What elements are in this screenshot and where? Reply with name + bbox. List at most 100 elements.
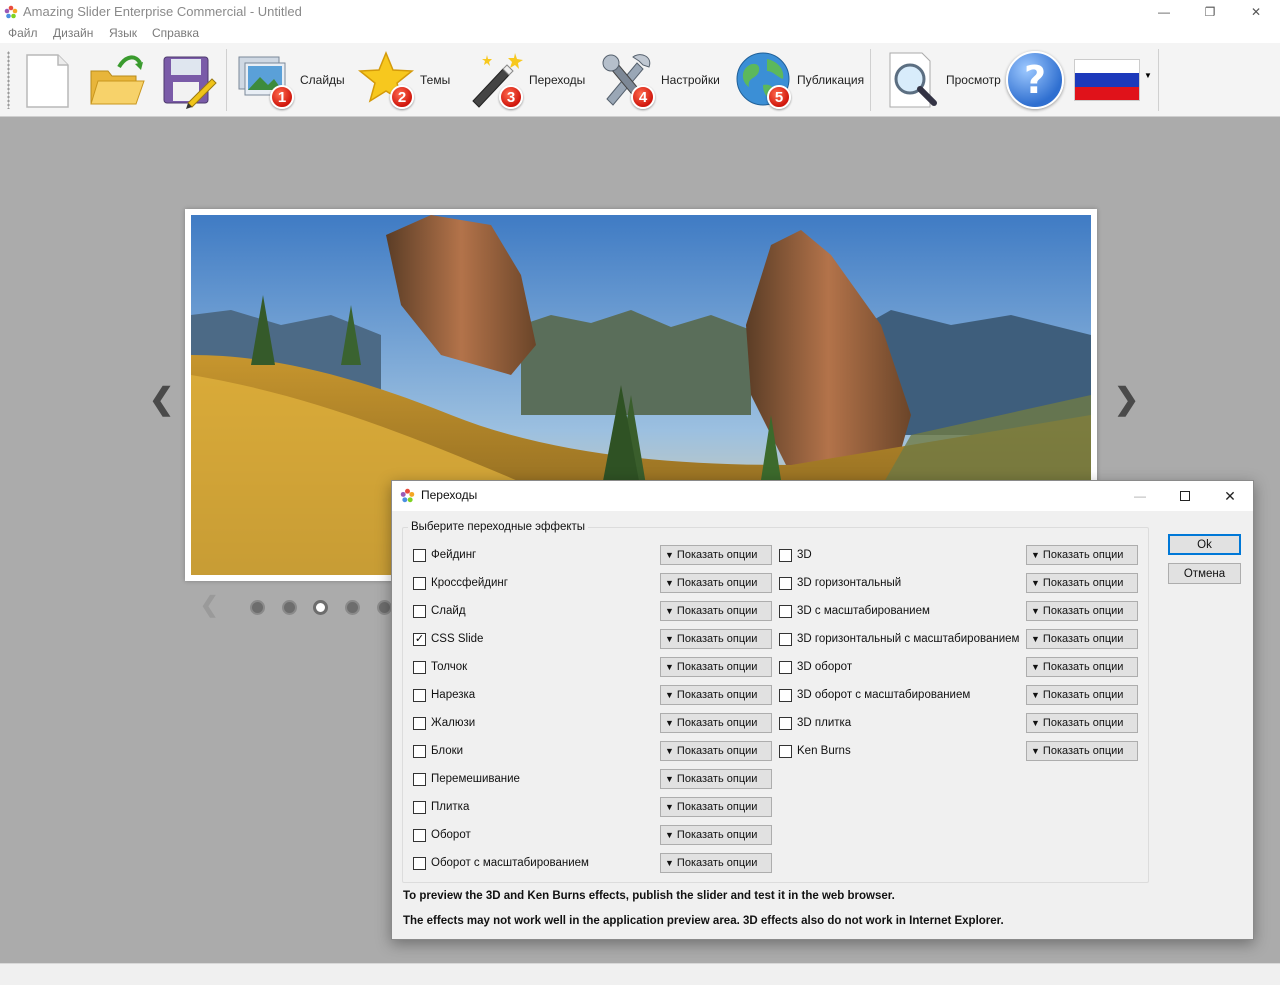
effect-checkbox-row[interactable]: 3D (779, 545, 812, 565)
show-options-button[interactable]: ▼ Показать опции (1026, 601, 1138, 621)
effect-checkbox[interactable]: ✓ (413, 632, 426, 646)
effect-checkbox[interactable] (779, 548, 792, 562)
dropdown-triangle-icon: ▼ (665, 774, 674, 784)
effect-checkbox[interactable] (779, 716, 792, 730)
effect-label: 3D с масштабированием (797, 605, 930, 617)
show-options-button[interactable]: ▼ Показать опции (660, 629, 772, 649)
ok-button[interactable]: Ok (1168, 534, 1241, 555)
show-options-button[interactable]: ▼ Показать опции (660, 797, 772, 817)
language-dropdown[interactable]: ▼ (1074, 48, 1152, 112)
effect-checkbox-row[interactable]: Перемешивание (413, 769, 520, 789)
new-button[interactable] (16, 48, 78, 112)
slider-bullet-5[interactable] (377, 600, 392, 615)
dialog-title-bar[interactable]: Переходы — ✕ (392, 481, 1253, 511)
show-options-button[interactable]: ▼ Показать опции (660, 713, 772, 733)
effect-checkbox[interactable] (413, 548, 426, 562)
open-button[interactable] (86, 48, 148, 112)
save-disk-icon (163, 56, 217, 109)
toolbar-grip[interactable] (7, 51, 10, 109)
slides-button[interactable]: 1 Слайды (236, 48, 345, 112)
menu-help[interactable]: Справка (152, 26, 199, 40)
effect-checkbox-row[interactable]: 3D горизонтальный (779, 573, 901, 593)
slider-prev-arrow[interactable]: ❮ (149, 382, 174, 417)
help-button[interactable]: ? (1006, 48, 1064, 112)
effect-checkbox-row[interactable]: Ken Burns (779, 741, 851, 761)
show-options-button[interactable]: ▼ Показать опции (1026, 685, 1138, 705)
slider-next-arrow[interactable]: ❯ (1114, 382, 1139, 417)
save-button[interactable] (156, 48, 218, 112)
transitions-button[interactable]: 3 Переходы (465, 48, 585, 112)
restore-button[interactable]: ❐ (1187, 0, 1233, 24)
show-options-button[interactable]: ▼ Показать опции (660, 741, 772, 761)
close-button[interactable]: ✕ (1233, 0, 1279, 24)
effect-checkbox[interactable] (413, 688, 426, 702)
effect-checkbox-row[interactable]: Оборот (413, 825, 471, 845)
slider-bullet-4[interactable] (345, 600, 360, 615)
show-options-button[interactable]: ▼ Показать опции (1026, 657, 1138, 677)
effect-checkbox[interactable] (413, 576, 426, 590)
show-options-button[interactable]: ▼ Показать опции (660, 573, 772, 593)
effect-checkbox-row[interactable]: 3D оборот с масштабированием (779, 685, 970, 705)
slider-bullet-3[interactable] (313, 600, 328, 615)
effect-label: Плитка (431, 801, 470, 813)
effect-checkbox-row[interactable]: 3D горизонтальный с масштабированием (779, 629, 1019, 649)
effect-checkbox[interactable] (779, 744, 792, 758)
effect-checkbox[interactable] (413, 604, 426, 618)
effect-checkbox[interactable] (779, 688, 792, 702)
themes-button[interactable]: 2 Темы (356, 48, 450, 112)
show-options-button[interactable]: ▼ Показать опции (1026, 629, 1138, 649)
dialog-close-button[interactable]: ✕ (1207, 481, 1253, 511)
effect-checkbox-row[interactable]: 3D плитка (779, 713, 851, 733)
show-options-button[interactable]: ▼ Показать опции (1026, 545, 1138, 565)
menu-language[interactable]: Язык (109, 26, 137, 40)
effect-checkbox[interactable] (413, 716, 426, 730)
effect-checkbox[interactable] (779, 576, 792, 590)
effect-checkbox-row[interactable]: Жалюзи (413, 713, 475, 733)
effect-checkbox[interactable] (413, 856, 426, 870)
show-options-button[interactable]: ▼ Показать опции (660, 853, 772, 873)
effect-checkbox-row[interactable]: 3D с масштабированием (779, 601, 930, 621)
minimize-button[interactable]: — (1141, 0, 1187, 24)
effect-checkbox-row[interactable]: Слайд (413, 601, 466, 621)
effect-checkbox-row[interactable]: Плитка (413, 797, 469, 817)
slider-bullet-1[interactable] (250, 600, 265, 615)
effect-checkbox[interactable] (779, 632, 792, 646)
show-options-button[interactable]: ▼ Показать опции (660, 545, 772, 565)
show-options-label: Показать опции (676, 717, 758, 729)
menu-design[interactable]: Дизайн (53, 26, 93, 40)
bullets-prev-arrow[interactable]: ❮ (200, 592, 218, 618)
effect-checkbox-row[interactable]: 3D оборот (779, 657, 852, 677)
show-options-button[interactable]: ▼ Показать опции (660, 685, 772, 705)
show-options-button[interactable]: ▼ Показать опции (1026, 713, 1138, 733)
effect-checkbox-row[interactable]: Блоки (413, 741, 463, 761)
effect-checkbox-row[interactable]: ✓ CSS Slide (413, 629, 483, 649)
show-options-button[interactable]: ▼ Показать опции (1026, 573, 1138, 593)
effect-checkbox[interactable] (413, 828, 426, 842)
show-options-button[interactable]: ▼ Показать опции (660, 769, 772, 789)
menu-file[interactable]: Файл (8, 26, 38, 40)
effect-checkbox-row[interactable]: Оборот с масштабированием (413, 853, 589, 873)
effect-checkbox[interactable] (413, 660, 426, 674)
publish-button[interactable]: 5 Публикация (733, 48, 864, 112)
slider-bullet-2[interactable] (282, 600, 297, 615)
cancel-button[interactable]: Отмена (1168, 563, 1241, 584)
preview-button[interactable]: Просмотр (882, 48, 1001, 112)
show-options-button[interactable]: ▼ Показать опции (1026, 741, 1138, 761)
effect-checkbox[interactable] (413, 744, 426, 758)
effect-checkbox[interactable] (413, 800, 426, 814)
dialog-maximize-button[interactable] (1162, 481, 1208, 511)
settings-button[interactable]: 4 Настройки (597, 48, 720, 112)
effect-label: Нарезка (431, 689, 476, 701)
show-options-button[interactable]: ▼ Показать опции (660, 825, 772, 845)
show-options-button[interactable]: ▼ Показать опции (660, 601, 772, 621)
effect-checkbox-row[interactable]: Толчок (413, 657, 467, 677)
dropdown-triangle-icon: ▼ (665, 662, 674, 672)
show-options-button[interactable]: ▼ Показать опции (660, 657, 772, 677)
effect-checkbox[interactable] (413, 772, 426, 786)
effect-checkbox[interactable] (779, 660, 792, 674)
effect-checkbox-row[interactable]: Нарезка (413, 685, 475, 705)
effect-checkbox-row[interactable]: Фейдинг (413, 545, 476, 565)
effect-checkbox-row[interactable]: Кроссфейдинг (413, 573, 508, 593)
effect-checkbox[interactable] (779, 604, 792, 618)
dialog-minimize-button[interactable]: — (1117, 481, 1163, 511)
